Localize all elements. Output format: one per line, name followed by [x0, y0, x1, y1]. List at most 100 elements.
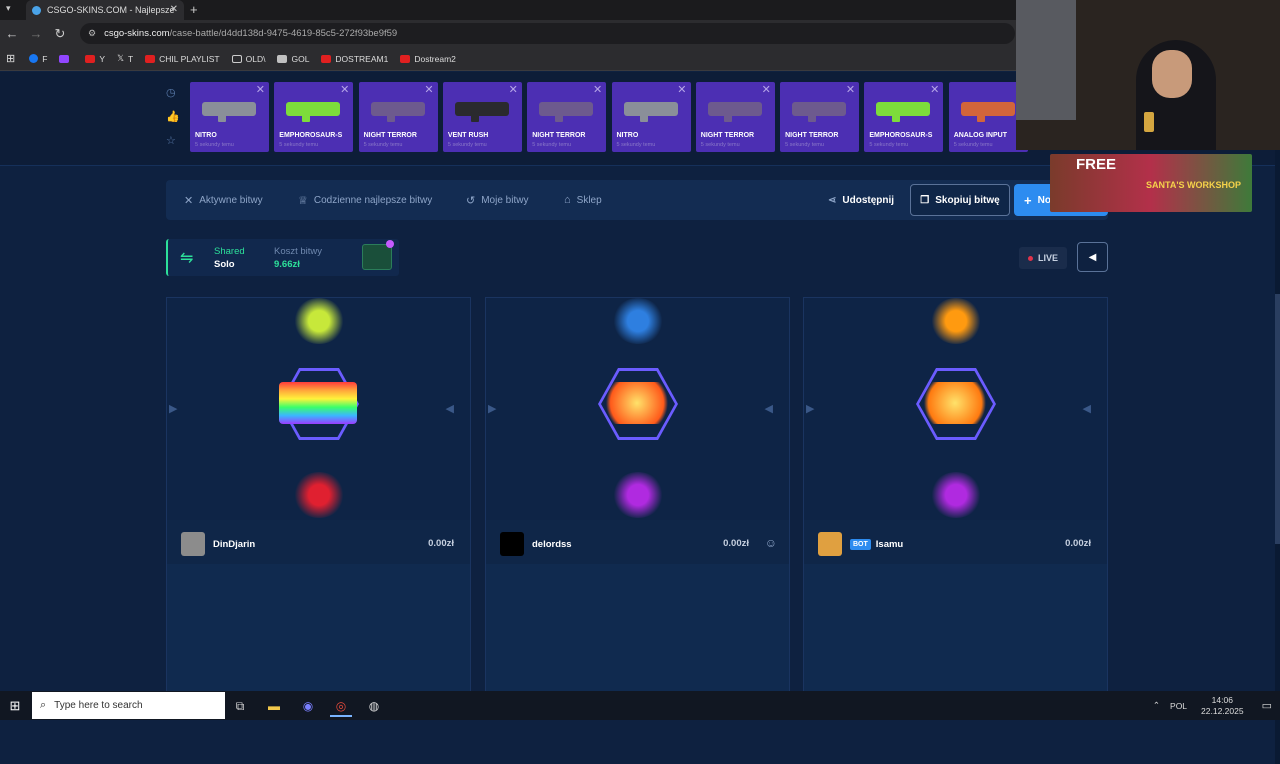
- bookmark-dostream1[interactable]: DOSTREAM1: [321, 54, 388, 64]
- chrome-icon[interactable]: ◎: [330, 695, 352, 717]
- player-panel: ▶ ◀ DinDjarin 0.00zł: [166, 297, 471, 692]
- drop-card[interactable]: ✕ NIGHT TERROR 5 sekundy temu: [695, 82, 775, 152]
- share-button[interactable]: ⋖ Udostępnij: [828, 180, 894, 220]
- star-icon[interactable]: ☆: [166, 134, 176, 147]
- weapon-image: [707, 102, 762, 122]
- reel-left-marker-icon: ▶: [169, 403, 178, 415]
- forward-icon[interactable]: →: [24, 26, 48, 41]
- close-icon[interactable]: ✕: [677, 83, 686, 96]
- obs-icon[interactable]: ◍: [363, 695, 385, 717]
- player-name[interactable]: DinDjarin: [213, 539, 255, 550]
- player-name[interactable]: Isamu: [876, 539, 903, 550]
- drop-card[interactable]: ✕ VENT RUSH 5 sekundy temu: [442, 82, 522, 152]
- case-reel: ▶ ◀: [167, 298, 470, 520]
- player-bar: BOT Isamu 0.00zł: [804, 524, 1107, 564]
- bookmark-f[interactable]: F: [29, 54, 47, 64]
- clock[interactable]: 14:06 22.12.2025: [1201, 695, 1244, 717]
- search-icon: ⌕: [40, 699, 47, 711]
- site-info-icon[interactable]: ⚙: [88, 28, 96, 39]
- windows-taskbar: ⊞ ⌕ Type here to search ⧉ ▬ ◉ ◎ ◍ ⌃ POL …: [0, 691, 1280, 720]
- player-bar: delordss 0.00zł ☺: [486, 524, 789, 564]
- bot-badge: BOT: [850, 538, 871, 550]
- close-icon[interactable]: ✕: [340, 83, 349, 96]
- bookmark-y[interactable]: Y: [85, 54, 105, 64]
- task-view-icon[interactable]: ⧉: [229, 695, 251, 717]
- taskbar-search[interactable]: ⌕ Type here to search: [32, 692, 225, 719]
- clock-icon[interactable]: ◷: [166, 86, 176, 99]
- reload-icon[interactable]: ↻: [48, 26, 72, 42]
- scrollbar-thumb[interactable]: [1275, 294, 1280, 544]
- tab-search-icon[interactable]: ▾: [6, 3, 11, 14]
- browser-tab[interactable]: CSGO-SKINS.COM - Najlepsze ✕: [26, 0, 184, 20]
- drop-card[interactable]: ✕ NITRO 5 sekundy temu: [190, 82, 269, 152]
- back-icon[interactable]: ←: [0, 26, 24, 41]
- live-badge: LIVE: [1019, 247, 1067, 269]
- drop-time: 5 sekundy temu: [195, 142, 234, 148]
- youtube-icon: [85, 54, 96, 63]
- promo-overlay: FREE SANTA'S WORKSHOP: [1050, 154, 1252, 212]
- promo-subtitle: SANTA'S WORKSHOP: [1146, 180, 1241, 190]
- close-icon[interactable]: ✕: [256, 83, 265, 96]
- language-indicator[interactable]: POL: [1170, 701, 1187, 711]
- g-icon: [277, 54, 288, 63]
- drop-card[interactable]: ✕ NIGHT TERROR 5 sekundy temu: [527, 82, 607, 152]
- live-dot-icon: [1027, 255, 1033, 261]
- drop-card[interactable]: ✕ EMPHOROSAUR-S 5 sekundy temu: [864, 82, 944, 152]
- close-icon[interactable]: ✕: [509, 83, 518, 96]
- tray-chevron-icon[interactable]: ⌃: [1153, 700, 1160, 711]
- reel-item-bottom: [930, 472, 982, 518]
- apps-grid-icon[interactable]: ⊞: [6, 52, 15, 65]
- notifications-icon[interactable]: ▭: [1262, 699, 1272, 712]
- twitch-icon: [59, 54, 70, 63]
- bookmark-dostream2[interactable]: Dostream2: [400, 54, 456, 64]
- share-icon: ⋖: [828, 194, 837, 206]
- thumbs-up-icon[interactable]: 👍: [166, 110, 180, 123]
- daily-best-link[interactable]: ♕ Codzienne najlepsze bitwy: [298, 180, 432, 220]
- drop-card[interactable]: ✕ NIGHT TERROR 5 sekundy temu: [780, 82, 860, 152]
- case-icon[interactable]: [362, 244, 392, 270]
- new-tab-icon[interactable]: +: [190, 2, 198, 17]
- battle-cost-value: 9.66zł: [274, 259, 300, 270]
- address-bar[interactable]: ⚙ csgo-skins.com/case-battle/d4dd138d-94…: [80, 23, 1015, 44]
- reel-item-selected: [916, 382, 994, 424]
- drop-name: NIGHT TERROR: [785, 132, 839, 139]
- copy-battle-button[interactable]: ❐ Skopiuj bitwę: [910, 184, 1010, 216]
- close-icon[interactable]: ✕: [593, 83, 602, 96]
- avatar[interactable]: [500, 532, 524, 556]
- file-explorer-icon[interactable]: ▬: [263, 695, 285, 717]
- battle-mode-bottom: Solo: [214, 259, 235, 270]
- windows-start-icon[interactable]: ⊞: [0, 698, 30, 714]
- webcam-window: [1016, 0, 1076, 120]
- youtube-icon: [145, 54, 156, 63]
- weapon-image: [454, 102, 509, 122]
- player-name[interactable]: delordss: [532, 539, 572, 550]
- close-icon[interactable]: ✕: [930, 83, 939, 96]
- bookmark-twitch[interactable]: [59, 54, 73, 63]
- close-icon[interactable]: ✕: [846, 83, 855, 96]
- drop-time: 5 sekundy temu: [447, 142, 487, 148]
- youtube-icon: [400, 54, 411, 63]
- battle-cost-label: Koszt bitwy: [274, 246, 323, 257]
- emoji-icon[interactable]: ☺: [765, 536, 777, 550]
- my-battles-link[interactable]: ↺ Moje bitwy: [466, 180, 528, 220]
- sound-toggle-button[interactable]: ◀: [1077, 242, 1108, 272]
- case-reel: ▶ ◀: [486, 298, 789, 520]
- close-icon[interactable]: ✕: [424, 83, 433, 96]
- close-tab-icon[interactable]: ✕: [170, 4, 178, 15]
- bookmark-t[interactable]: 𝕏T: [117, 53, 133, 64]
- drop-card[interactable]: ✕ EMPHOROSAUR-S 5 sekundy temu: [274, 82, 354, 152]
- shop-link[interactable]: ⌂ Sklep: [564, 180, 602, 220]
- page-scrollbar[interactable]: [1275, 144, 1280, 764]
- active-battles-link[interactable]: ✕ Aktywne bitwy: [184, 180, 263, 220]
- drop-card[interactable]: ✕ NITRO 5 sekundy temu: [611, 82, 691, 152]
- discord-icon[interactable]: ◉: [297, 695, 319, 717]
- avatar[interactable]: [181, 532, 205, 556]
- bookmark-old[interactable]: OLD\: [231, 54, 265, 64]
- bookmark-gol[interactable]: GOL: [277, 54, 309, 64]
- url-host: csgo-skins.com: [104, 28, 170, 39]
- close-icon[interactable]: ✕: [762, 83, 771, 96]
- drop-card[interactable]: ✕ NIGHT TERROR 5 sekundy temu: [358, 82, 438, 152]
- bookmark-chil-playlist[interactable]: CHIL PLAYLIST: [145, 54, 220, 64]
- avatar[interactable]: [818, 532, 842, 556]
- weapon-image: [960, 102, 1015, 122]
